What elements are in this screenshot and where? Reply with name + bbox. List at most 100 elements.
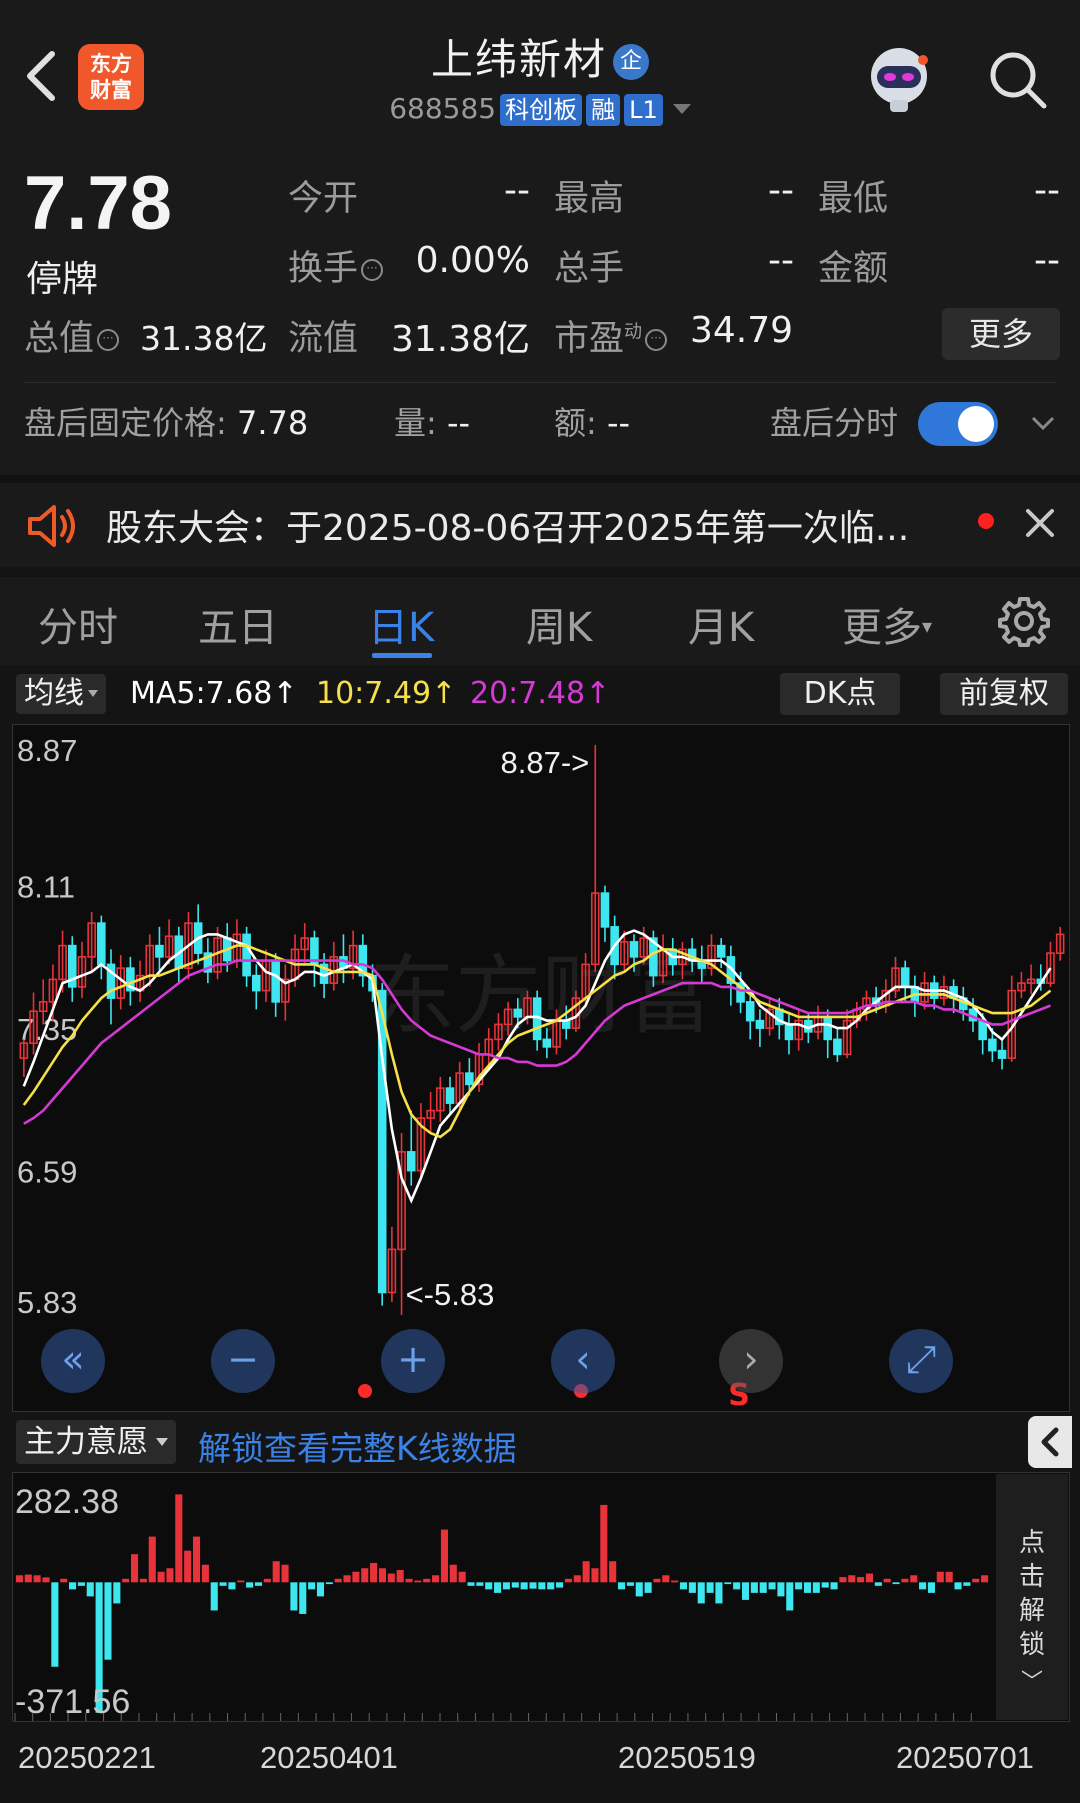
indicator-bar [139, 1578, 147, 1583]
divider [24, 382, 1056, 383]
ma-selector[interactable]: 均线 [16, 674, 106, 714]
indicator-bar [839, 1577, 847, 1583]
indicator-bar [821, 1582, 829, 1588]
indicator-bar [396, 1570, 404, 1583]
after-hours-toggle[interactable] [918, 402, 998, 446]
indicator-bar [414, 1580, 422, 1583]
candle-body [997, 1049, 1007, 1059]
candle-body [155, 944, 164, 958]
candle-body [900, 967, 910, 988]
indicator-bar [786, 1582, 794, 1611]
tab-more-label: 更多 [842, 605, 922, 651]
indicator-bar [254, 1582, 263, 1586]
indicator-bar [210, 1582, 218, 1611]
indicator-selector[interactable]: 主力意愿 [16, 1420, 176, 1464]
market-cap-value: 31.38亿 [140, 319, 268, 358]
pe-label[interactable]: 市盈动 ··· [554, 310, 668, 361]
indicator-bar [662, 1575, 670, 1583]
indicator-bar [963, 1582, 971, 1586]
indicator-bar [520, 1582, 528, 1590]
indicator-bar [69, 1582, 77, 1590]
gear-icon[interactable] [996, 593, 1052, 649]
low-label: 最低 [818, 179, 889, 219]
indicator-bar [263, 1578, 271, 1583]
ma-selector-label: 均线 [24, 676, 84, 711]
indicator-bar [679, 1582, 688, 1590]
after-hours-volume-label: 量: [394, 404, 437, 442]
float-cap-value: 31.38亿 [390, 319, 530, 360]
indicator-bar [556, 1582, 564, 1588]
tab-five-day[interactable]: 五日 [198, 595, 278, 653]
indicator-bar [476, 1582, 484, 1586]
robot-assistant-icon[interactable] [860, 40, 938, 118]
indicator-bar [148, 1536, 156, 1583]
candle-body [513, 1008, 523, 1018]
indicator-bar [387, 1573, 395, 1583]
tab-daily-k[interactable]: 日K [368, 595, 434, 653]
zoom-out-icon[interactable]: − [211, 1329, 275, 1393]
turnover-label[interactable]: 换手 ··· [288, 240, 384, 291]
max-price-marker: 8.87-> [501, 745, 590, 780]
dropdown-triangle-icon: ▾ [922, 614, 933, 638]
indicator-bar [343, 1575, 351, 1583]
indicator-bar [440, 1529, 448, 1583]
indicator-bar [122, 1578, 130, 1583]
toggle-knob [958, 406, 994, 442]
open-value: -- [504, 170, 530, 211]
date-axis: 20250221 20250401 20250519 20250701 [0, 1722, 1080, 1803]
indicator-bar [192, 1536, 201, 1583]
indicator-bar [201, 1564, 209, 1583]
indicator-bar [529, 1582, 537, 1589]
pe-value: 34.79 [690, 310, 794, 351]
indicator-bar [671, 1580, 679, 1583]
volume-label: 总手 [554, 249, 625, 289]
indicator-bar [113, 1582, 121, 1604]
date-label: 20250701 [896, 1740, 1034, 1775]
indicator-bar [653, 1578, 661, 1583]
indicator-bar [883, 1578, 891, 1583]
close-icon[interactable] [1022, 505, 1058, 541]
indicator-bar [538, 1582, 546, 1590]
step-forward-icon[interactable]: › [719, 1329, 783, 1393]
indicator-bar [281, 1564, 289, 1583]
price-adjust-button[interactable]: 前复权 [940, 673, 1068, 715]
dk-point-button[interactable]: DK点 [780, 673, 900, 715]
indicator-bar [635, 1582, 643, 1597]
pe-label-text: 市盈 [554, 319, 625, 359]
more-fields-button[interactable]: 更多 [942, 308, 1060, 360]
indicator-bar [104, 1582, 112, 1660]
candle-body [97, 922, 106, 966]
search-icon[interactable] [986, 48, 1050, 112]
unlock-kline-link[interactable]: 解锁查看完整K线数据 [198, 1422, 517, 1470]
tab-more[interactable]: 更多▾ [842, 595, 932, 653]
market-cap-label[interactable]: 总值 ··· [24, 310, 120, 361]
collapse-arrow-icon[interactable] [1028, 1416, 1072, 1468]
indicator-bar [919, 1582, 927, 1590]
indicator-chart[interactable]: 282.38 -371.56 [12, 1472, 1070, 1722]
indicator-bar [573, 1575, 581, 1583]
unlock-side-button[interactable]: 点击解锁 ﹀ [996, 1474, 1068, 1720]
indicator-bar [617, 1582, 626, 1590]
indicator-toolbar: 主力意愿 解锁查看完整K线数据 [12, 1416, 1072, 1470]
indicator-bar [458, 1571, 466, 1583]
zoom-in-icon[interactable]: + [381, 1329, 445, 1393]
indicator-bar [750, 1582, 758, 1593]
chevron-down-icon[interactable] [1030, 410, 1056, 436]
fullscreen-icon[interactable]: ⤢ [889, 1329, 953, 1393]
tag-level1: L1 [624, 94, 663, 126]
tab-weekly-k[interactable]: 周K [526, 595, 592, 653]
after-hours-volume: 量: -- [394, 398, 470, 444]
header-bar: 东方 财富 上纬新材企 688585 科创板融 L1 [0, 0, 1080, 140]
kline-chart[interactable]: 东方财富 8.87 8.11 7.35 6.59 5.83 8.87-> <-5.83 S « … [12, 724, 1070, 1413]
indicator-bar [405, 1578, 413, 1583]
fast-backward-icon[interactable]: « [41, 1329, 105, 1393]
announcement-banner[interactable]: 股东大会：于2025-08-06召开2025年第一次临... [0, 475, 1080, 567]
candle-body [271, 959, 280, 1003]
tab-monthly-k[interactable]: 月K [688, 595, 754, 653]
indicator-bar [582, 1561, 590, 1583]
tab-timeshare[interactable]: 分时 [38, 595, 118, 653]
dropdown-triangle-icon [88, 690, 98, 697]
turnover-value: 0.00% [415, 240, 530, 281]
step-back-icon[interactable]: ‹ [551, 1329, 615, 1393]
indicator-bar [644, 1582, 652, 1593]
